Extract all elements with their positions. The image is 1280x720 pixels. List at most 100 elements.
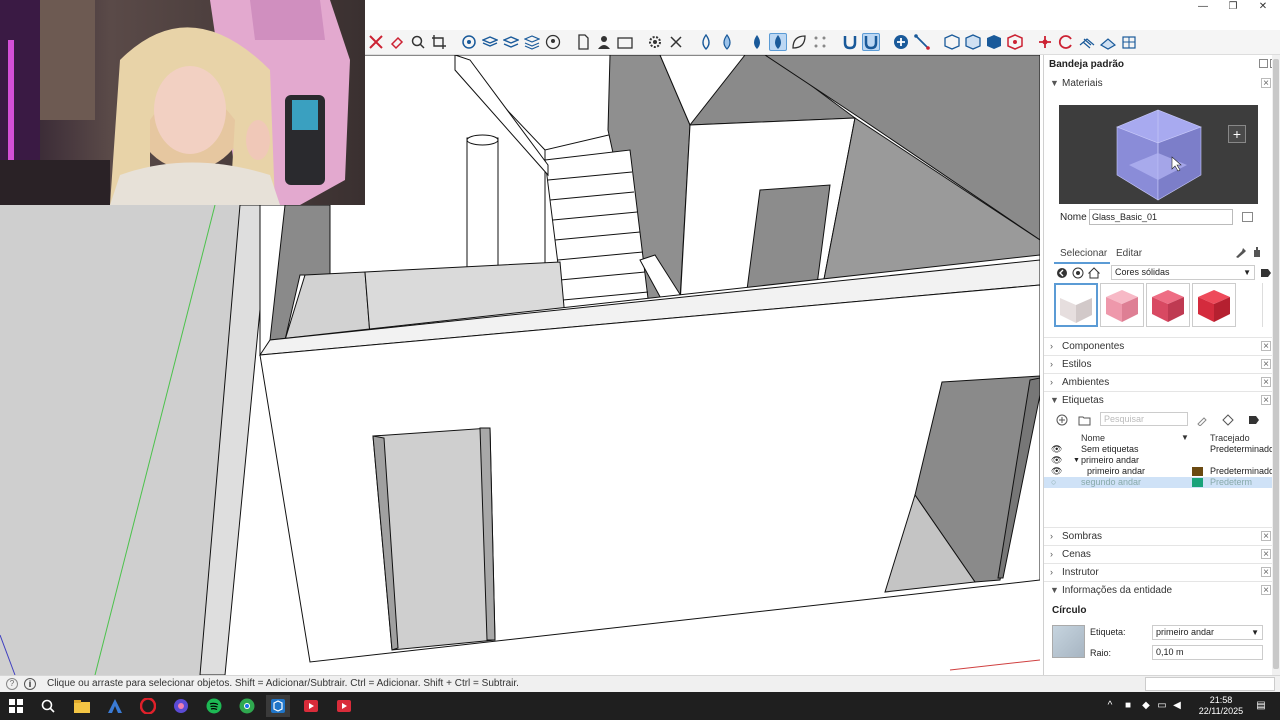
eraser-icon[interactable] [388,33,406,51]
clock[interactable]: 21:58 22/11/2025 [1196,695,1246,717]
bucket-icon[interactable] [460,33,478,51]
cube-icon[interactable] [943,33,961,51]
tag-search-input[interactable]: Pesquisar [1100,412,1188,426]
col-dash-header[interactable]: Tracejado [1210,433,1250,443]
sort-chevron-icon[interactable]: ▼ [1181,433,1189,442]
drop-icon[interactable] [697,33,715,51]
tray-chevron-icon[interactable]: ^ [1103,699,1117,713]
tray-app-icon[interactable]: ■ [1121,699,1135,713]
library-select[interactable]: Cores sólidas ▼ [1111,265,1255,280]
paint-bucket-icon[interactable] [1251,246,1263,258]
add-folder-icon[interactable] [1078,414,1092,426]
close-icon[interactable]: × [1261,585,1271,596]
section-cenas[interactable]: › Cenas × [1044,545,1280,563]
measurements-box[interactable] [1145,677,1275,691]
crop-icon[interactable] [430,33,448,51]
swatch-red[interactable] [1192,283,1236,327]
in-model-icon[interactable] [1072,267,1084,279]
search-icon[interactable] [36,695,60,717]
restore-button[interactable]: ❐ [1218,0,1248,14]
hex2-icon[interactable] [1006,33,1024,51]
layers3-icon[interactable] [523,33,541,51]
line-icon[interactable] [913,33,931,51]
swatch-rose[interactable] [1146,283,1190,327]
magnet-icon[interactable] [841,33,859,51]
close-icon[interactable]: × [1261,377,1271,388]
hex-icon[interactable] [985,33,1003,51]
info-icon[interactable]: i [24,678,36,690]
drop3-icon[interactable] [748,33,766,51]
section-entidade[interactable]: ▼ Informações da entidade × [1044,581,1280,599]
pencil-cross-icon[interactable] [367,33,385,51]
close-icon[interactable]: × [1261,395,1271,406]
leaf-icon[interactable] [790,33,808,51]
layers-icon[interactable] [481,33,499,51]
eye-icon[interactable]: 👁 [1051,466,1062,477]
add-tag-icon[interactable] [1056,414,1068,426]
section-ambientes[interactable]: › Ambientes × [1044,373,1280,391]
tag-row[interactable]: 👁 ▼ primeiro andar [1044,455,1280,466]
eyedropper-icon[interactable] [1234,246,1246,258]
mesh2-icon[interactable] [1099,33,1117,51]
swatch-scrollbar[interactable] [1262,283,1270,327]
eye-icon[interactable]: 👁 [1051,455,1062,466]
pencil-icon[interactable] [1196,414,1208,426]
section-sombras[interactable]: › Sombras × [1044,527,1280,545]
chrome-icon[interactable] [235,695,259,717]
section-instrutor[interactable]: › Instrutor × [1044,563,1280,581]
close-button[interactable]: ✕ [1248,0,1278,14]
nodes-icon[interactable] [1036,33,1054,51]
mesh-icon[interactable] [1078,33,1096,51]
details-icon[interactable] [1260,267,1272,279]
section-etiquetas[interactable]: ▼ Etiquetas × [1044,391,1280,409]
tab-editar[interactable]: Editar [1116,248,1142,259]
expand-icon[interactable]: ▼ [1073,455,1080,466]
material-thumbnail[interactable] [1052,625,1085,658]
color-by-tag-icon[interactable] [1222,414,1234,426]
dots-icon[interactable] [811,33,829,51]
add-circle-icon[interactable] [892,33,910,51]
radius-input[interactable]: 0,10 m [1152,645,1263,660]
drop-active-icon[interactable] [769,33,787,51]
cross-icon[interactable] [667,33,685,51]
back-icon[interactable] [1056,267,1068,279]
volume-icon[interactable]: ◀ [1170,699,1184,713]
tab-selecionar[interactable]: Selecionar [1060,248,1107,259]
eye-hidden-icon[interactable]: ○ [1051,477,1056,488]
tag-row-selected[interactable]: ○ segundo andar Predeterm [1044,477,1280,488]
pin-icon[interactable] [1259,59,1268,68]
mesh3-icon[interactable] [1120,33,1138,51]
tag-color-swatch[interactable] [1192,478,1203,487]
circle-user-icon[interactable] [544,33,562,51]
create-material-icon[interactable]: + [1228,125,1246,143]
tray-scrollbar[interactable] [1272,55,1280,675]
file-explorer-icon[interactable] [70,695,94,717]
section-materiais[interactable]: ▼ Materiais × [1044,75,1280,93]
start-icon[interactable] [4,695,28,717]
close-icon[interactable]: × [1261,567,1271,578]
spotify-icon[interactable] [202,695,226,717]
app-red-icon[interactable] [299,695,323,717]
network-icon[interactable]: ▭ [1155,699,1169,713]
layers2-icon[interactable] [502,33,520,51]
sketchup-icon[interactable] [266,695,290,717]
person-icon[interactable] [595,33,613,51]
swatch-pink[interactable] [1100,283,1144,327]
app-a-icon[interactable] [103,695,127,717]
app-red2-icon[interactable] [332,695,356,717]
minimize-button[interactable]: — [1188,0,1218,14]
drop2-icon[interactable] [718,33,736,51]
close-icon[interactable]: × [1261,359,1271,370]
magnet-active-icon[interactable] [862,33,880,51]
material-name-input[interactable]: Glass_Basic_01 [1089,209,1233,225]
help-icon[interactable]: ? [6,678,18,690]
tag-select[interactable]: primeiro andar ▼ [1152,625,1263,640]
tag-row[interactable]: 👁 Sem etiquetas Predeterminado [1044,444,1280,455]
eye-icon[interactable]: 👁 [1051,444,1062,455]
duplicate-icon[interactable] [1242,212,1253,222]
page-icon[interactable] [574,33,592,51]
tag-row[interactable]: 👁 primeiro andar Predeterminado [1044,466,1280,477]
close-icon[interactable]: × [1261,341,1271,352]
section-estilos[interactable]: › Estilos × [1044,355,1280,373]
app-circle-icon[interactable] [169,695,193,717]
